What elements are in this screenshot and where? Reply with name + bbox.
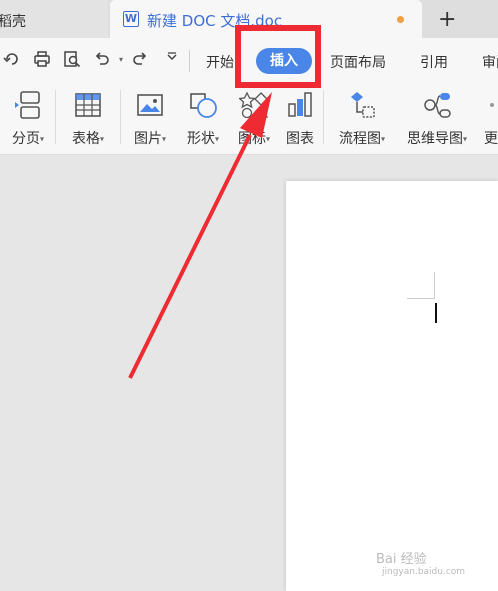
pointer-arrow-icon <box>128 92 272 379</box>
watermark-url: jingyan.baidu.com <box>382 567 466 577</box>
watermark-logo: Bai 经验 <box>376 552 427 567</box>
